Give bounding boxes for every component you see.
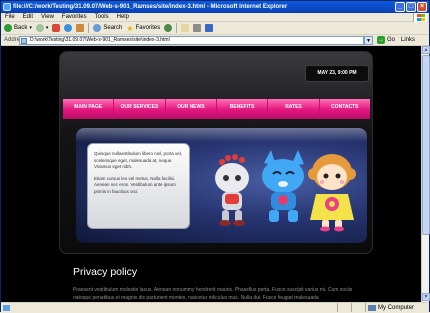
forward-button[interactable]: ▾ [35,23,49,34]
links-button[interactable]: Links [401,37,415,43]
go-button[interactable]: → Go [377,36,395,44]
ie-icon [3,3,11,11]
stop-icon [52,24,61,32]
site-nav: MAIN PAGE OUR SERVICES OUR NEWS BENEFITS… [63,99,370,119]
status-text [1,303,337,312]
go-arrow-icon: → [377,36,385,44]
minimize-button[interactable]: _ [395,2,405,12]
robot-characters-illustration [215,150,356,232]
chevron-down-icon: ▾ [29,25,32,31]
address-value: D:\work\Testing\31.09.07\Web-s-901_Ramse… [30,36,170,43]
menu-favorites[interactable]: Favorites [62,13,87,21]
forward-arrow-icon [35,24,44,32]
page-title: Privacy policy [73,266,138,278]
star-icon: ★ [126,23,134,33]
back-label: Back [14,25,28,31]
window-controls: _ □ × [395,2,427,12]
status-cell [337,303,351,312]
printer-icon [193,24,202,32]
address-dropdown-button[interactable]: ▼ [364,35,373,45]
status-cell [351,303,365,312]
date-display: MAY 23, 9:00 PM [305,65,369,82]
chevron-down-icon: ▾ [45,25,49,31]
mail-button[interactable] [181,23,190,34]
refresh-button[interactable] [64,23,73,34]
home-icon [76,24,85,32]
edit-icon [205,24,214,32]
toolbar-separator [176,23,178,33]
page-viewport[interactable]: MAY 23, 9:00 PM MAIN PAGE OUR SERVICES O… [1,46,421,302]
menu-help[interactable]: Help [117,13,129,21]
computer-icon [368,305,376,311]
windows-logo-icon [413,13,427,22]
page-body-text: Praesent vestibulum molestie lacus. Aene… [73,287,353,301]
browser-window: file:///C:/work/Testing/31.09.07/Web-s-9… [0,0,430,312]
scroll-up-arrow-icon[interactable]: ▲ [422,46,430,54]
status-bar: My Computer [1,302,429,312]
print-button[interactable] [193,23,202,34]
page-icon [21,37,27,44]
nav-rates[interactable]: RATES [268,99,320,119]
page-done-icon [3,305,10,311]
menu-bar: File Edit View Favorites Tools Help [1,13,429,22]
close-button[interactable]: × [417,2,427,12]
maximize-button[interactable]: □ [406,2,416,12]
menu-edit[interactable]: Edit [23,13,33,21]
mail-icon [181,24,190,32]
toolbar: Back ▾ ▾ Search ★ Favorites [1,22,429,35]
menu-file[interactable]: File [5,13,15,21]
nav-benefits[interactable]: BENEFITS [217,99,269,119]
blue-cat-figure [262,150,304,222]
title-bar[interactable]: file:///C:/work/Testing/31.09.07/Web-s-9… [1,1,429,13]
zone-label: My Computer [378,305,415,311]
hero-banner: Quisque nullaestibulum libero nisl, port… [76,128,367,243]
favorites-label: Favorites [135,25,161,31]
search-button[interactable]: Search [93,23,122,34]
nav-our-news[interactable]: OUR NEWS [166,99,217,119]
scroll-down-arrow-icon[interactable]: ▼ [422,293,430,301]
site-frame: MAY 23, 9:00 PM MAIN PAGE OUR SERVICES O… [59,51,373,254]
address-bar: Address D:\work\Testing\31.09.07\Web-s-9… [1,35,429,46]
scroll-thumb[interactable] [422,55,430,235]
white-robot-figure [215,154,249,226]
security-zone: My Computer [365,303,429,312]
go-label: Go [387,37,396,43]
vertical-scrollbar[interactable]: ▲ ▼ [421,46,430,302]
stop-button[interactable] [52,23,61,34]
edit-button[interactable] [205,23,214,34]
address-input[interactable]: D:\work\Testing\31.09.07\Web-s-901_Ramse… [19,35,364,45]
favorites-button[interactable]: ★ Favorites [126,23,160,34]
doll-girl-figure [308,154,356,232]
nav-main-page[interactable]: MAIN PAGE [63,99,115,119]
nav-our-services[interactable]: OUR SERVICES [114,99,166,119]
address-label: Address [4,37,27,43]
menu-tools[interactable]: Tools [95,13,109,21]
menu-view[interactable]: View [41,13,54,21]
window-title: file:///C:/work/Testing/31.09.07/Web-s-9… [13,4,288,10]
history-button[interactable] [164,23,173,34]
nav-contacts[interactable]: CONTACTS [320,99,370,119]
back-arrow-icon [4,24,12,32]
back-button[interactable]: Back ▾ [4,23,32,34]
refresh-icon [64,24,73,32]
search-icon [93,24,102,32]
home-button[interactable] [76,23,85,34]
history-icon [164,24,173,32]
toolbar-separator [88,23,90,33]
search-label: Search [103,25,123,31]
